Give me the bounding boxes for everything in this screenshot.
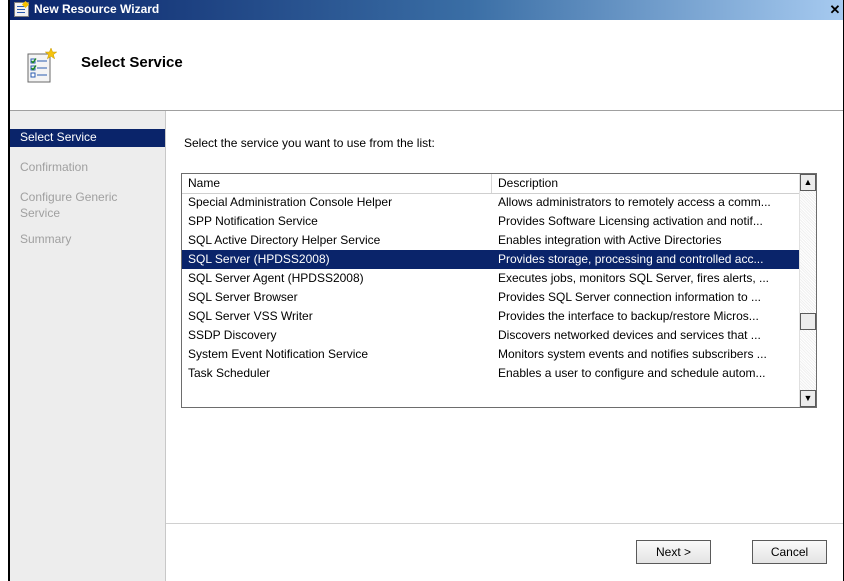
wizard-steps-nav: Select Service Confirmation Configure Ge… (10, 111, 166, 581)
close-button[interactable]: ✕ (828, 2, 842, 17)
wizard-header: Select Service (10, 20, 843, 111)
row-description: Enables integration with Active Director… (498, 233, 722, 247)
list-rows: Special Administration Console Helper All… (182, 193, 800, 383)
title-bar[interactable]: New Resource Wizard ✕ (10, 0, 843, 20)
scroll-down-button[interactable]: ▼ (800, 390, 816, 407)
row-name: SSDP Discovery (188, 328, 277, 342)
row-description: Provides storage, processing and control… (498, 252, 764, 266)
list-row[interactable]: Special Administration Console Helper All… (182, 193, 800, 212)
row-description: Provides SQL Server connection informati… (498, 290, 762, 304)
list-row[interactable]: System Event Notification Service Monitor… (182, 345, 800, 364)
scrollbar-thumb[interactable] (800, 313, 816, 330)
row-description: Enables a user to configure and schedule… (498, 366, 766, 380)
service-list[interactable]: Name Description Special Administration … (181, 173, 817, 408)
column-header-name[interactable]: Name (182, 174, 492, 193)
wizard-checklist-icon (27, 48, 57, 83)
row-description: Monitors system events and notifies subs… (498, 347, 767, 361)
list-header: Name Description (182, 174, 800, 194)
list-row[interactable]: SQL Active Directory Helper Service Enabl… (182, 231, 800, 250)
list-row[interactable]: SPP Notification Service Provides Softwar… (182, 212, 800, 231)
wizard-footer: Next > Cancel (166, 523, 843, 581)
row-description: Discovers networked devices and services… (498, 328, 761, 342)
list-row[interactable]: SQL Server Browser Provides SQL Server co… (182, 288, 800, 307)
page-title: Select Service (81, 54, 183, 71)
row-name: SQL Server Agent (HPDSS2008) (188, 271, 364, 285)
row-name: Special Administration Console Helper (188, 195, 393, 209)
scroll-up-button[interactable]: ▲ (800, 174, 816, 191)
main-content: Select the service you want to use from … (166, 111, 843, 581)
row-description: Executes jobs, monitors SQL Server, fire… (498, 271, 769, 285)
list-row-selected[interactable]: SQL Server (HPDSS2008) Provides storage, … (182, 250, 800, 269)
list-row[interactable]: Task Scheduler Enables a user to configur… (182, 364, 800, 383)
arrow-down-icon: ▼ (803, 393, 813, 403)
row-name: SQL Active Directory Helper Service (188, 233, 381, 247)
nav-step-confirmation[interactable]: Confirmation (10, 159, 165, 175)
row-name: SQL Server Browser (188, 290, 298, 304)
row-name: System Event Notification Service (188, 347, 369, 361)
nav-step-summary[interactable]: Summary (10, 231, 165, 247)
vertical-scrollbar[interactable]: ▲ ▼ (799, 174, 816, 407)
arrow-up-icon: ▲ (803, 177, 813, 187)
row-description: Provides the interface to backup/restore… (498, 309, 759, 323)
nav-step-select-service[interactable]: Select Service (10, 129, 165, 147)
wizard-window: New Resource Wizard ✕ Select Service Sel… (8, 0, 844, 581)
list-row[interactable]: SQL Server VSS Writer Provides the interf… (182, 307, 800, 326)
next-button[interactable]: Next > (636, 540, 711, 564)
list-row[interactable]: SSDP Discovery Discovers networked device… (182, 326, 800, 345)
row-name: SQL Server (HPDSS2008) (188, 252, 330, 266)
instruction-text: Select the service you want to use from … (184, 136, 435, 150)
cancel-button[interactable]: Cancel (752, 540, 827, 564)
window-title: New Resource Wizard (34, 2, 160, 16)
row-name: SQL Server VSS Writer (188, 309, 313, 323)
row-name: SPP Notification Service (188, 214, 318, 228)
wizard-app-icon (14, 2, 29, 17)
row-description: Provides Software Licensing activation a… (498, 214, 763, 228)
nav-step-configure-generic-service[interactable]: Configure Generic Service (10, 189, 135, 221)
list-row[interactable]: SQL Server Agent (HPDSS2008) Executes job… (182, 269, 800, 288)
row-description: Allows administrators to remotely access… (498, 195, 771, 209)
column-header-description[interactable]: Description (492, 174, 800, 193)
row-name: Task Scheduler (188, 366, 271, 380)
